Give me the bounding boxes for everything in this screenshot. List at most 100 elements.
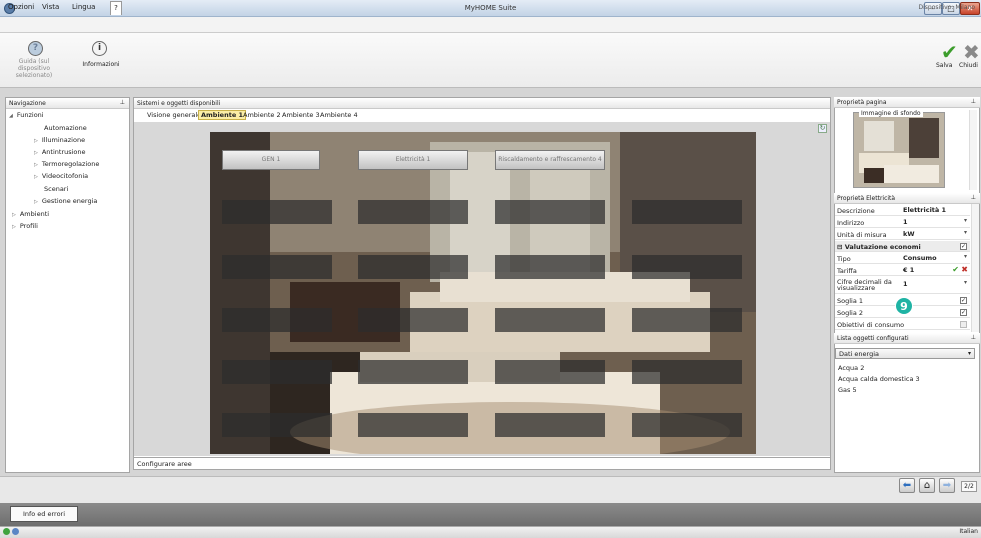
guide-button[interactable]: Guida (sul dispositivo selezionato) — [2, 58, 66, 79]
dropdown-arrow-icon[interactable]: ▾ — [964, 217, 967, 224]
area-slot[interactable] — [632, 255, 742, 279]
area-slot[interactable] — [632, 360, 742, 384]
area-slot[interactable] — [222, 413, 332, 437]
expand-arrow-icon[interactable]: ▷ — [12, 224, 16, 230]
tree-item-antintrusione[interactable]: ▷ Antintrusione — [34, 148, 86, 156]
soglia-2-checkbox[interactable]: ✓ — [960, 309, 967, 316]
forward-arrow-icon[interactable]: ➡ — [939, 478, 955, 493]
tree-profili-label: Profili — [19, 222, 38, 230]
area-slot[interactable] — [632, 413, 742, 437]
menu-help[interactable]: ? — [110, 1, 122, 15]
tab-visione-generale[interactable]: Visione generale — [147, 111, 201, 119]
pin-icon[interactable]: ⊥ — [971, 194, 976, 201]
area-slot[interactable] — [495, 413, 605, 437]
collapse-box-icon[interactable]: ⊟ — [837, 243, 845, 251]
cancel-x-icon[interactable]: ✖ — [961, 265, 968, 274]
obiettivi-checkbox[interactable] — [960, 321, 967, 328]
cifre-select[interactable]: 1 ▾ — [901, 280, 969, 290]
area-slot[interactable] — [495, 308, 605, 332]
valutazione-checkbox[interactable]: ✓ — [960, 243, 967, 250]
list-item[interactable]: Acqua calda domestica 3 — [838, 375, 920, 383]
info-icon[interactable]: i — [92, 41, 107, 56]
unita-select[interactable]: kW ▾ — [901, 229, 969, 239]
expand-arrow-icon[interactable]: ▷ — [12, 212, 16, 218]
dropdown-arrow-icon[interactable]: ▾ — [964, 280, 967, 286]
menu-lingua[interactable]: Lingua — [72, 3, 95, 11]
area-slot[interactable] — [222, 360, 332, 384]
tab-ambiente-2[interactable]: Ambiente 2 — [243, 111, 281, 119]
soglia-1-checkbox[interactable]: ✓ — [960, 297, 967, 304]
tree-ambienti[interactable]: ▷ Ambienti — [12, 210, 49, 218]
dropdown-arrow-icon[interactable]: ▾ — [964, 229, 967, 236]
info-button[interactable]: Informazioni — [79, 61, 123, 68]
scrollbar[interactable] — [969, 110, 977, 190]
prop-row-valutazione: ⊟ Valutazione economi ✓ — [835, 241, 970, 252]
tree-item-termoregolazione[interactable]: ▷ Termoregolazione — [34, 160, 99, 168]
expand-arrow-icon[interactable]: ▷ — [34, 150, 38, 156]
confirm-check-icon[interactable]: ✔ — [952, 265, 959, 274]
background-image — [210, 132, 756, 454]
tree-item-illuminazione[interactable]: ▷ Illuminazione — [34, 136, 85, 144]
area-slot[interactable] — [358, 413, 468, 437]
save-checkmark-icon[interactable]: ✔ — [941, 42, 958, 62]
prop-label: Cifre decimali da visualizzare — [837, 278, 892, 292]
area-slot[interactable] — [358, 200, 468, 224]
tree-funzioni[interactable]: ◢ Funzioni — [9, 111, 44, 119]
area-slot[interactable] — [222, 308, 332, 332]
expand-arrow-icon[interactable]: ▷ — [34, 174, 38, 180]
area-slot[interactable] — [358, 255, 468, 279]
dropdown-arrow-icon[interactable]: ▾ — [968, 350, 971, 357]
energy-filter-select[interactable]: Dati energia ▾ — [835, 348, 975, 359]
dropdown-arrow-icon[interactable]: ▾ — [964, 253, 967, 260]
area-slot[interactable] — [495, 200, 605, 224]
tree-profili[interactable]: ▷ Profili — [12, 222, 38, 230]
area-slot[interactable] — [632, 308, 742, 332]
pin-icon[interactable]: ⊥ — [971, 334, 976, 341]
tab-ambiente-4[interactable]: Ambiente 4 — [320, 111, 358, 119]
descrizione-field[interactable]: Elettricità 1 — [901, 206, 969, 215]
list-item[interactable]: Acqua 2 — [838, 364, 864, 372]
area-slot[interactable] — [495, 255, 605, 279]
prop-label: Soglia 1 — [837, 297, 864, 305]
expand-arrow-icon[interactable]: ▷ — [34, 138, 38, 144]
tariffa-field[interactable]: € 1 ✔ ✖ — [901, 265, 969, 275]
save-button[interactable]: Salva — [936, 62, 952, 69]
indirizzo-select[interactable]: 1 ▾ — [901, 217, 969, 227]
user-label: Dispositivo: Milano — [918, 4, 975, 11]
window-title: MyHOME Suite — [464, 4, 517, 12]
list-item[interactable]: Gas 5 — [838, 386, 857, 394]
pin-icon[interactable]: ⊥ — [971, 98, 976, 105]
collapse-arrow-icon[interactable]: ◢ — [9, 113, 13, 119]
area-slot[interactable] — [632, 200, 742, 224]
home-icon[interactable]: ⌂ — [919, 478, 935, 493]
area-slot[interactable] — [358, 308, 468, 332]
area-button-gen-1[interactable]: GEN 1 — [222, 150, 320, 170]
back-arrow-icon[interactable]: ⬅ — [899, 478, 915, 493]
area-slot[interactable] — [222, 255, 332, 279]
tree-item-scenari[interactable]: Scenari — [44, 185, 68, 193]
page-properties-header: Proprietà pagina ⊥ — [834, 97, 980, 108]
tree-item-automazione[interactable]: Automazione — [44, 124, 87, 132]
tree-item-videocitofonia[interactable]: ▷ Videocitofonia — [34, 172, 88, 180]
area-button-elettricita-1[interactable]: Elettricità 1 — [358, 150, 468, 170]
scrollbar[interactable] — [971, 204, 979, 332]
expand-arrow-icon[interactable]: ▷ — [34, 199, 38, 205]
expand-arrow-icon[interactable]: ▷ — [34, 162, 38, 168]
tab-ambiente-1[interactable]: Ambiente 1 — [198, 110, 247, 120]
pin-icon[interactable]: ⊥ — [120, 99, 125, 106]
menu-opzioni[interactable]: Opzioni — [8, 3, 34, 11]
background-thumbnail[interactable] — [853, 112, 945, 188]
tree-item-gestione-energia[interactable]: ▷ Gestione energia — [34, 197, 97, 205]
area-slot[interactable] — [222, 200, 332, 224]
close-x-icon[interactable]: ✖ — [963, 42, 980, 62]
area-slot[interactable] — [358, 360, 468, 384]
menu-vista[interactable]: Vista — [42, 3, 59, 11]
tipo-select[interactable]: Consumo ▾ — [901, 253, 969, 263]
tab-ambiente-3[interactable]: Ambiente 3 — [282, 111, 320, 119]
area-button-riscaldamento[interactable]: Riscaldamento e raffrescamento 4 — [495, 150, 605, 170]
cifre-value: 1 — [903, 280, 908, 288]
area-slot[interactable] — [495, 360, 605, 384]
info-errors-button[interactable]: Info ed errori — [10, 506, 78, 522]
refresh-icon[interactable]: ↻ — [818, 124, 827, 133]
close-button[interactable]: Chiudi — [959, 62, 978, 69]
